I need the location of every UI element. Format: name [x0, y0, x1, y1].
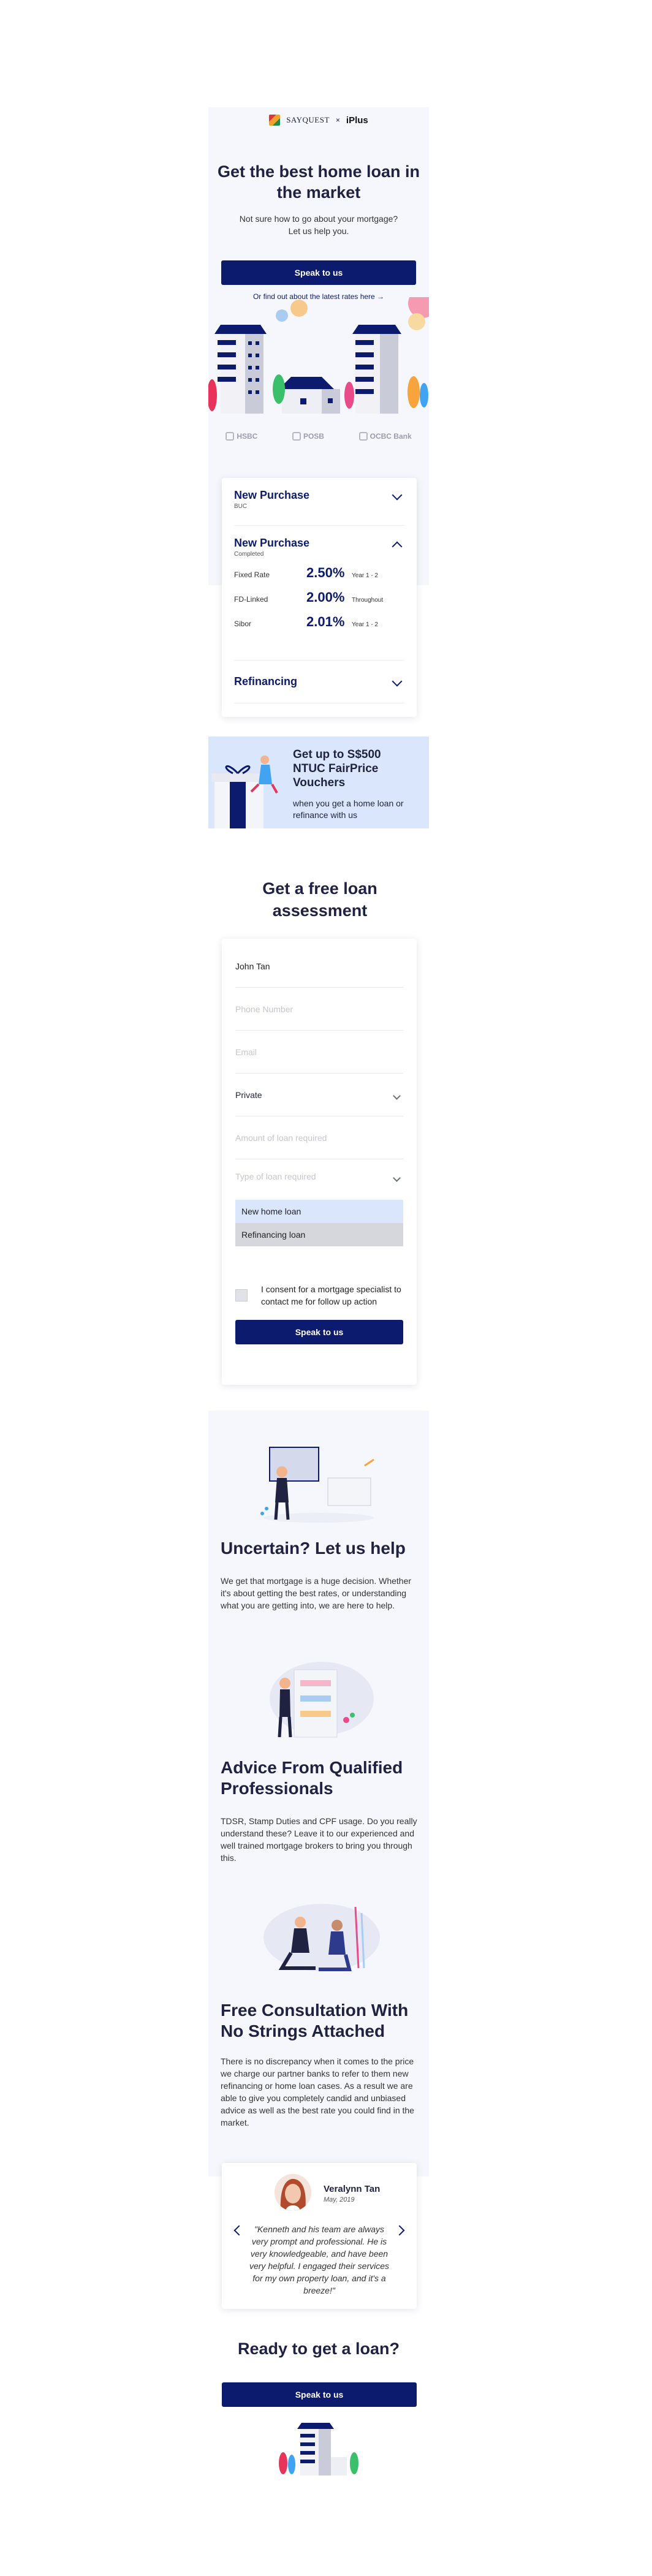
accordion-subtitle: BUC: [234, 503, 248, 510]
rate-note: Year 1 - 2: [352, 621, 378, 628]
presentation-illustration: [260, 1447, 374, 1523]
rate-value: 2.50%: [306, 565, 345, 580]
chevron-left-icon[interactable]: [233, 2225, 245, 2236]
feature-title: Advice From Qualified Professionals: [221, 1758, 403, 1798]
testimonial-name: Veralynn Tan: [324, 2184, 381, 2194]
name-field-wrapper: [235, 945, 403, 988]
rate-note: Throughout: [352, 597, 384, 604]
sayquest-logo-icon: [269, 115, 281, 126]
accordion-title: Refinancing: [234, 675, 298, 688]
accordion-title: New Purchase: [234, 537, 310, 549]
features-section: Uncertain? Let us help We get that mortg…: [208, 1411, 429, 2176]
email-field-wrapper: [235, 1031, 403, 1074]
loan-amount-field[interactable]: [235, 1132, 403, 1143]
testimonial-date: May, 2019: [324, 2196, 355, 2203]
cta-title: Ready to get a loan?: [237, 2339, 400, 2358]
accordion-new-purchase-completed[interactable]: New Purchase Completed Fixed Rate 2.50% …: [234, 526, 404, 661]
rate-note: Year 1 - 2: [352, 572, 378, 579]
accordion-new-purchase-buc[interactable]: New Purchase BUC: [234, 478, 404, 526]
building-illustration: [279, 2423, 358, 2476]
option-refinancing-loan[interactable]: Refinancing loan: [235, 1223, 403, 1246]
hero-subtitle: Not sure how to go about your mortgage? …: [239, 214, 398, 236]
accordion-subtitle: Completed: [234, 551, 264, 558]
bank-logo-ocbc: OCBC Bank: [358, 432, 412, 441]
avatar-image: [275, 2174, 311, 2211]
accordion-refinancing[interactable]: Refinancing: [234, 661, 404, 703]
rate-value: 2.00%: [306, 589, 345, 605]
property-type-select[interactable]: Private: [235, 1074, 403, 1116]
documents-illustration: [270, 1662, 374, 1738]
property-type-value: Private: [235, 1089, 262, 1100]
promo-title: Get up to S$500 NTUC FairPrice Vouchers: [293, 748, 381, 789]
chevron-down-icon: [393, 1173, 401, 1182]
logo-separator: ×: [335, 116, 340, 124]
chevron-down-icon: [393, 1092, 401, 1100]
hsbc-icon: [226, 432, 235, 441]
rate-row: Sibor 2.01% Year 1 - 2: [234, 614, 404, 638]
chevron-right-icon[interactable]: [394, 2225, 405, 2236]
gift-icon: [211, 756, 278, 828]
consent-label: I consent for a mortgage specialist to c…: [261, 1284, 401, 1306]
hero-title: Get the best home loan in the market: [217, 162, 420, 202]
hero-speak-button[interactable]: Speak to us: [221, 260, 416, 285]
bank-logos: HSBC POSB OCBC Bank: [208, 432, 429, 441]
consent-checkbox[interactable]: [235, 1289, 248, 1301]
email-field[interactable]: [235, 1047, 403, 1057]
accordion-header[interactable]: Refinancing: [234, 661, 404, 688]
amount-field-wrapper: [235, 1116, 403, 1159]
loan-type-select[interactable]: Type of loan required: [235, 1159, 403, 1194]
rate-row: FD-Linked 2.00% Throughout: [234, 589, 404, 614]
feature-body: We get that mortgage is a huge decision.…: [221, 1576, 412, 1610]
cta-speak-button[interactable]: Speak to us: [222, 2382, 417, 2407]
rate-label: Sibor: [234, 619, 252, 628]
sayquest-logo-text: SAYQUEST: [286, 115, 330, 124]
rate-label: FD-Linked: [234, 595, 268, 604]
rate-row: Fixed Rate 2.50% Year 1 - 2: [234, 565, 404, 589]
rate-label: Fixed Rate: [234, 570, 270, 579]
loan-type-options: New home loan Refinancing loan: [235, 1200, 403, 1246]
feature-body: There is no discrepancy when it comes to…: [221, 2056, 414, 2127]
bank-logo-hsbc: HSBC: [226, 432, 257, 441]
name-field[interactable]: [235, 961, 403, 971]
accordion-header[interactable]: New Purchase Completed: [234, 526, 404, 558]
iplus-logo: iPlus: [346, 115, 368, 126]
ocbc-icon: [358, 432, 368, 441]
city-illustration: [208, 297, 429, 414]
consultation-illustration: [263, 1904, 380, 1971]
accordion-title: New Purchase: [234, 489, 310, 501]
avatar: [275, 2174, 311, 2211]
consent-row: I consent for a mortgage specialist to c…: [235, 1283, 403, 1308]
accordion-header[interactable]: New Purchase BUC: [234, 478, 404, 510]
bank-logo-posb: POSB: [292, 432, 324, 441]
form-submit-button[interactable]: Speak to us: [235, 1320, 403, 1344]
loan-type-placeholder: Type of loan required: [235, 1172, 316, 1181]
testimonial-card: Veralynn Tan May, 2019 "Kenneth and his …: [222, 2163, 417, 2309]
promo-subtitle: when you get a home loan or refinance wi…: [293, 798, 404, 820]
assessment-form: Private Type of loan required New home l…: [222, 939, 417, 1385]
option-new-home-loan[interactable]: New home loan: [235, 1200, 403, 1223]
phone-field[interactable]: [235, 1004, 403, 1014]
feature-body: TDSR, Stamp Duties and CPF usage. Do you…: [221, 1816, 417, 1863]
assessment-title: Get a free loan assessment: [262, 879, 377, 920]
feature-title: Free Consultation With No Strings Attach…: [221, 2001, 409, 2040]
chevron-down-icon[interactable]: [392, 676, 403, 687]
rate-table: Fixed Rate 2.50% Year 1 - 2 FD-Linked 2.…: [234, 565, 404, 638]
rates-card: New Purchase BUC New Purchase Completed …: [222, 478, 417, 717]
testimonial-quote: "Kenneth and his team are always very pr…: [249, 2224, 389, 2295]
rate-value: 2.01%: [306, 614, 345, 629]
chevron-down-icon[interactable]: [392, 490, 403, 501]
feature-title: Uncertain? Let us help: [221, 1539, 406, 1558]
chevron-up-icon[interactable]: [392, 541, 403, 552]
promo-banner: Get up to S$500 NTUC FairPrice Vouchers …: [208, 737, 429, 828]
posb-icon: [292, 432, 301, 441]
partner-logos: SAYQUEST × iPlus: [208, 115, 429, 126]
phone-field-wrapper: [235, 988, 403, 1031]
